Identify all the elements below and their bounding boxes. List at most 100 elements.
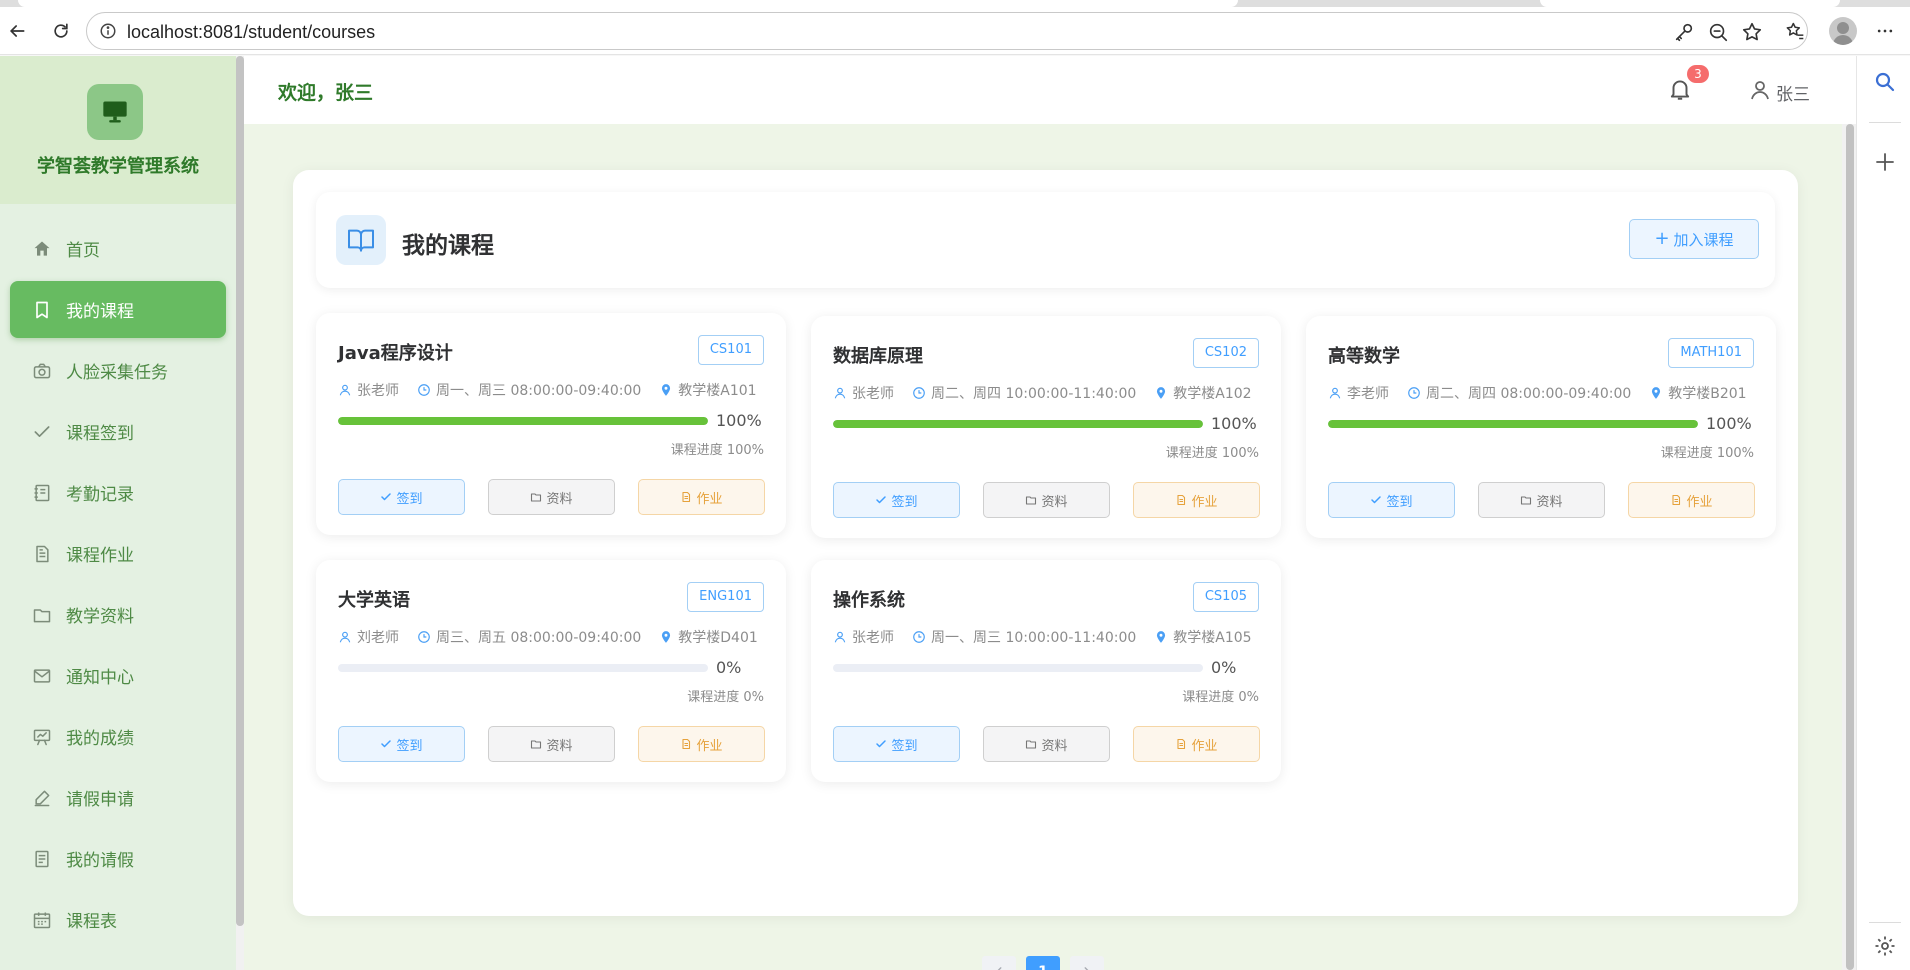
plus-icon: + [1654, 228, 1670, 249]
browser-tab-inactive[interactable] [1540, 0, 1840, 7]
next-page-button[interactable] [1070, 956, 1104, 970]
materials-button[interactable]: 资料 [983, 726, 1110, 762]
sidebar-item-homework[interactable]: 课程作业 [10, 525, 226, 582]
location-icon [1157, 387, 1166, 399]
user-name[interactable]: 张三 [1776, 80, 1810, 105]
pagination: 1 [982, 956, 1104, 970]
checkin-button[interactable]: 签到 [833, 726, 960, 762]
course-teacher: 刘老师 [357, 630, 399, 646]
browser-tab-active[interactable] [18, 0, 1238, 7]
sidebar-item-label: 通知中心 [66, 668, 134, 688]
homework-button[interactable]: 作业 [1133, 726, 1260, 762]
more-menu-button[interactable] [1868, 14, 1902, 48]
course-card[interactable]: 高等数学 MATH101 李老师 周二、周四 08:00:00-09:40:00… [1306, 316, 1776, 538]
folder-icon [1026, 740, 1037, 749]
sidebar-item-materials[interactable]: 教学资料 [10, 586, 226, 643]
course-name: 数据库原理 [833, 346, 923, 367]
top-header: 欢迎，张三 3 张三 [244, 56, 1856, 124]
sidebar-item-attendance[interactable]: 考勤记录 [10, 464, 226, 521]
materials-button[interactable]: 资料 [1478, 482, 1605, 518]
favorite-star-icon[interactable] [1741, 21, 1763, 43]
course-meta: 张老师 周一、周三 10:00:00-11:40:00 教学楼A105 [833, 627, 1273, 647]
course-card[interactable]: Java程序设计 CS101 张老师 周一、周三 08:00:00-09:40:… [316, 313, 786, 535]
course-time: 周二、周四 08:00:00-09:40:00 [1426, 386, 1632, 402]
course-teacher: 张老师 [357, 383, 399, 399]
side-panel-divider [1869, 122, 1901, 123]
sidebar-item-grades[interactable]: 我的成绩 [10, 708, 226, 765]
document-icon [1177, 494, 1186, 506]
checkin-button[interactable]: 签到 [338, 726, 465, 762]
user-icon [339, 631, 351, 643]
sidebar-item-timetable[interactable]: 课程表 [10, 891, 226, 948]
sidebar-item-leave-request[interactable]: 请假申请 [10, 769, 226, 826]
course-time: 周一、周三 08:00:00-09:40:00 [436, 383, 642, 399]
homework-button[interactable]: 作业 [638, 726, 765, 762]
materials-button[interactable]: 资料 [488, 479, 615, 515]
course-card[interactable]: 大学英语 ENG101 刘老师 周三、周五 08:00:00-09:40:00 … [316, 560, 786, 782]
site-info-icon[interactable] [99, 22, 117, 40]
course-card[interactable]: 数据库原理 CS102 张老师 周二、周四 10:00:00-11:40:00 … [811, 316, 1281, 538]
location-icon [662, 631, 671, 643]
course-code-badge: CS101 [697, 335, 764, 365]
check-icon [381, 740, 392, 748]
materials-button[interactable]: 资料 [488, 726, 615, 762]
zoom-out-icon[interactable] [1707, 21, 1729, 43]
favorites-button[interactable] [1778, 14, 1812, 48]
homework-button[interactable]: 作业 [1133, 482, 1260, 518]
folder-icon [1026, 496, 1037, 505]
join-course-button[interactable]: + 加入课程 [1629, 219, 1759, 259]
url-text[interactable]: localhost:8081/student/courses [127, 22, 375, 43]
join-course-label: 加入课程 [1673, 230, 1734, 249]
checkin-button[interactable]: 签到 [338, 479, 465, 515]
homework-button[interactable]: 作业 [638, 479, 765, 515]
back-button[interactable] [0, 14, 34, 48]
materials-button[interactable]: 资料 [983, 482, 1110, 518]
sidebar-scrollbar-thumb[interactable] [236, 56, 244, 926]
sidebar-brand: 学智荟教学管理系统 [0, 56, 236, 204]
course-progress-label: 课程进度 100% [670, 443, 764, 458]
sidebar-item-face-capture[interactable]: 人脸采集任务 [10, 342, 226, 399]
sidebar-item-home[interactable]: 首页 [10, 220, 226, 277]
course-time: 周二、周四 10:00:00-11:40:00 [931, 386, 1137, 402]
courses-panel: 我的课程 + 加入课程 Java程序设计 CS101 张老师 周一、周三 08:… [293, 170, 1798, 970]
key-icon[interactable] [1673, 21, 1695, 43]
folder-icon [33, 608, 51, 622]
course-card[interactable]: 操作系统 CS105 张老师 周一、周三 10:00:00-11:40:00 教… [811, 560, 1281, 782]
search-icon[interactable] [1873, 70, 1897, 94]
course-code-badge: CS105 [1192, 582, 1259, 612]
address-bar[interactable]: localhost:8081/student/courses [86, 12, 1808, 50]
welcome-text: 欢迎，张三 [278, 82, 374, 104]
course-location: 教学楼A105 [1173, 630, 1252, 646]
reload-button[interactable] [44, 14, 78, 48]
checkin-button[interactable]: 签到 [1328, 482, 1455, 518]
plus-icon[interactable] [1873, 150, 1897, 174]
sidebar-item-notifications[interactable]: 通知中心 [10, 647, 226, 704]
check-icon [1371, 496, 1382, 504]
more-dots-icon [1877, 29, 1893, 33]
sidebar-item-course-checkin[interactable]: 课程签到 [10, 403, 226, 460]
back-arrow-icon [10, 25, 25, 37]
board-icon [33, 729, 51, 745]
location-icon [1157, 631, 1166, 643]
course-name: 高等数学 [1328, 346, 1400, 367]
course-meta: 刘老师 周三、周五 08:00:00-09:40:00 教学楼D401 [338, 627, 778, 647]
brand-title: 学智荟教学管理系统 [37, 156, 199, 177]
side-panel-divider-bottom [1869, 922, 1901, 923]
sidebar-item-my-courses[interactable]: 我的课程 [10, 281, 226, 338]
prev-page-button[interactable] [982, 956, 1016, 970]
page-number-button[interactable]: 1 [1026, 956, 1060, 970]
clock-icon [1408, 387, 1420, 399]
checkin-button[interactable]: 签到 [833, 482, 960, 518]
course-location: 教学楼B201 [1668, 386, 1747, 402]
main-scrollbar-thumb[interactable] [1846, 124, 1854, 970]
gear-icon[interactable] [1873, 934, 1897, 958]
course-meta: 李老师 周二、周四 08:00:00-09:40:00 教学楼B201 [1328, 383, 1768, 403]
user-icon[interactable] [1748, 78, 1772, 102]
homework-button[interactable]: 作业 [1628, 482, 1755, 518]
course-progress-label: 课程进度 100% [1660, 446, 1754, 461]
profile-avatar[interactable] [1829, 17, 1857, 45]
sidebar-item-my-leaves[interactable]: 我的请假 [10, 830, 226, 887]
sidebar-item-label: 课程签到 [66, 424, 134, 444]
sidebar-item-label: 我的成绩 [66, 729, 134, 749]
browser-tab-strip [0, 0, 1910, 7]
